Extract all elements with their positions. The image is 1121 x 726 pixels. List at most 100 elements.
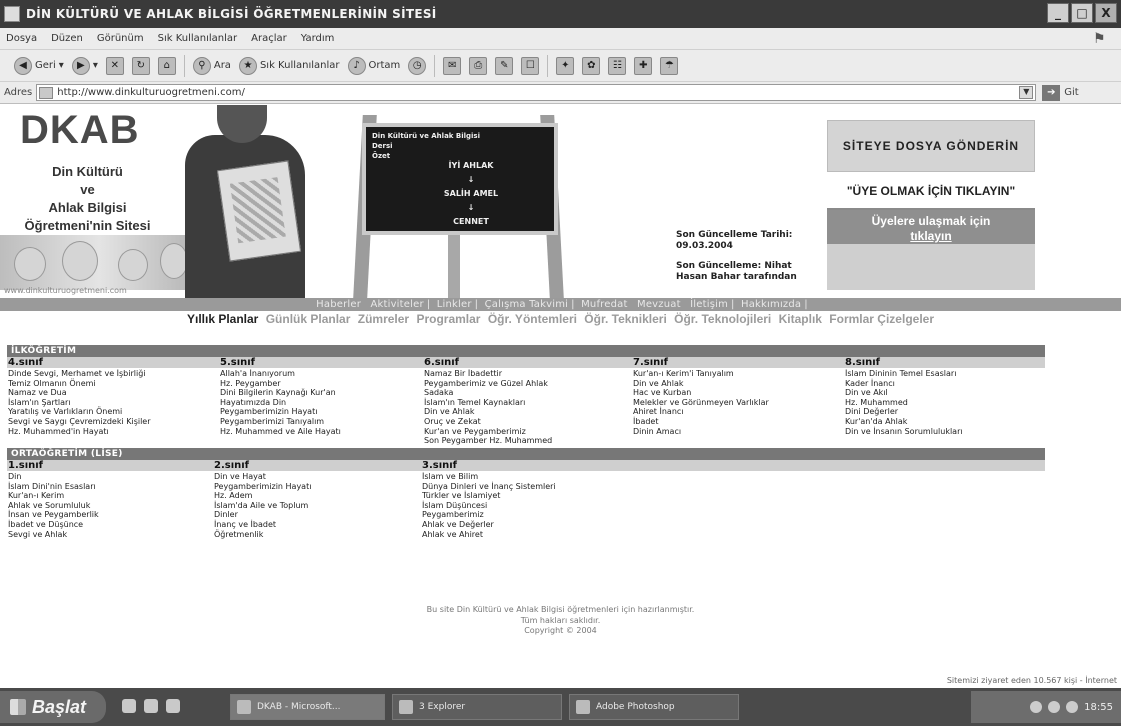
stop-icon[interactable]: ✕ (105, 56, 124, 75)
topic-link[interactable]: İslam'ın Temel Kaynakları (424, 398, 629, 408)
quick-launch-icon[interactable] (166, 699, 180, 713)
edit-icon[interactable]: ✎ (495, 56, 514, 75)
menu-tools[interactable]: Araçlar (251, 33, 287, 44)
nav-link-iletisim[interactable]: İletişim (687, 299, 731, 310)
tool-icon[interactable]: ☷ (608, 56, 627, 75)
topic-link[interactable]: İslam Dininin Temel Esasları (845, 369, 1045, 379)
topic-link[interactable]: Hac ve Kurban (633, 388, 838, 398)
volume-icon[interactable] (1066, 701, 1079, 713)
nav-link-haberler[interactable]: Haberler (313, 299, 364, 310)
contact-members-link[interactable]: tıklayın (827, 229, 1035, 244)
menu-favorites[interactable]: Sık Kullanılanlar (158, 33, 238, 44)
topic-link[interactable]: Sevgi ve Saygı Çevremizdeki Kişiler (8, 417, 208, 427)
nav-link-kitaplik[interactable]: Kitaplık (777, 312, 824, 326)
topic-link[interactable]: Hz. Adem (214, 491, 414, 501)
menu-view[interactable]: Görünüm (97, 33, 144, 44)
nav-link-hakkimizda[interactable]: Hakkımızda (738, 299, 804, 310)
nav-link-yillik[interactable]: Yıllık Planlar (185, 312, 260, 326)
back-button[interactable]: ◀ Geri ▾ (14, 56, 64, 75)
topic-link[interactable]: Kur'an-ı Kerim (8, 491, 208, 501)
topic-link[interactable]: Öğretmenlik (214, 530, 414, 540)
topic-link[interactable]: İbadet (633, 417, 838, 427)
topic-link[interactable]: İnanç ve İbadet (214, 520, 414, 530)
topic-link[interactable]: Hz. Muhammed ve Aile Hayatı (220, 427, 420, 437)
topic-link[interactable]: Allah'a İnanıyorum (220, 369, 420, 379)
menu-file[interactable]: Dosya (6, 33, 37, 44)
taskbar-button[interactable]: Adobe Photoshop (569, 694, 739, 720)
topic-link[interactable]: Kur'an ve Peygamberimiz (424, 427, 629, 437)
quick-launch-icon[interactable] (122, 699, 136, 713)
nav-link-teknolojiler[interactable]: Öğr. Teknolojileri (672, 312, 773, 326)
close-button[interactable]: X (1095, 3, 1117, 23)
topic-link[interactable]: Ahlak ve Ahiret (422, 530, 622, 540)
topic-link[interactable]: Dinler (214, 510, 414, 520)
topic-link[interactable]: Sadaka (424, 388, 629, 398)
history-icon[interactable]: ◷ (408, 56, 427, 75)
discuss-icon[interactable]: ☐ (521, 56, 540, 75)
topic-link[interactable]: Peygamberimiz (422, 510, 622, 520)
maximize-button[interactable]: □ (1071, 3, 1093, 23)
topic-link[interactable]: Ahiret İnancı (633, 407, 838, 417)
nav-link-formlar[interactable]: Formlar Çizelgeler (827, 312, 936, 326)
chevron-down-icon[interactable]: ▼ (1019, 86, 1034, 99)
nav-link-mevzuat[interactable]: Mevzuat (634, 299, 684, 310)
favorites-button[interactable]: ★ Sık Kullanılanlar (238, 56, 340, 75)
topic-link[interactable]: Temiz Olmanın Önemi (8, 379, 208, 389)
topic-link[interactable]: Ahlak ve Değerler (422, 520, 622, 530)
tray-icon[interactable] (1030, 701, 1043, 713)
go-arrow-icon[interactable]: ➔ (1042, 84, 1061, 101)
tray-icon[interactable] (1048, 701, 1061, 713)
send-file-button[interactable]: SİTEYE DOSYA GÖNDERİN (827, 120, 1035, 172)
topic-link[interactable]: Din ve Hayat (214, 472, 414, 482)
nav-link-gunluk[interactable]: Günlük Planlar (264, 312, 353, 326)
nav-link-linkler[interactable]: Linkler (434, 299, 475, 310)
topic-link[interactable]: Din ve Akıl (845, 388, 1045, 398)
topic-link[interactable]: Son Peygamber Hz. Muhammed (424, 436, 629, 446)
topic-link[interactable]: İslam'da Aile ve Toplum (214, 501, 414, 511)
nav-link-mufredat[interactable]: Mufredat (578, 299, 631, 310)
topic-link[interactable]: Din ve Ahlak (424, 407, 629, 417)
topic-link[interactable]: Hayatımızda Din (220, 398, 420, 408)
topic-link[interactable]: Din ve Ahlak (633, 379, 838, 389)
nav-link-aktiviteler[interactable]: Aktiviteler (367, 299, 426, 310)
taskbar-button[interactable]: DKAB - Microsoft... (230, 694, 385, 720)
topic-link[interactable]: Kader İnancı (845, 379, 1045, 389)
search-button[interactable]: ⚲ Ara (192, 56, 231, 75)
topic-link[interactable]: İslam Dini'nin Esasları (8, 482, 208, 492)
tool-icon[interactable]: ✿ (582, 56, 601, 75)
topic-link[interactable]: Namaz Bir İbadettir (424, 369, 629, 379)
media-button[interactable]: ♪ Ortam (347, 56, 400, 75)
topic-link[interactable]: İslam'ın Şartları (8, 398, 208, 408)
taskbar-button[interactable]: 3 Explorer (392, 694, 562, 720)
address-input[interactable]: http://www.dinkulturuogretmeni.com/ ▼ (36, 84, 1037, 101)
quick-launch-icon[interactable] (144, 699, 158, 713)
topic-link[interactable]: Hz. Peygamber (220, 379, 420, 389)
topic-link[interactable]: Peygamberimiz ve Güzel Ahlak (424, 379, 629, 389)
mail-icon[interactable]: ✉ (443, 56, 462, 75)
menu-help[interactable]: Yardım (301, 33, 335, 44)
topic-link[interactable]: Peygamberimizin Hayatı (214, 482, 414, 492)
nav-link-programlar[interactable]: Programlar (414, 312, 482, 326)
topic-link[interactable]: Yaratılış ve Varlıkların Önemi (8, 407, 208, 417)
topic-link[interactable]: İslam ve Bilim (422, 472, 622, 482)
start-button[interactable]: Başlat (0, 691, 106, 723)
topic-link[interactable]: Dinde Sevgi, Merhamet ve İşbirliği (8, 369, 208, 379)
topic-link[interactable]: Oruç ve Zekat (424, 417, 629, 427)
topic-link[interactable]: Dini Bilgilerin Kaynağı Kur'an (220, 388, 420, 398)
topic-link[interactable]: Melekler ve Görünmeyen Varlıklar (633, 398, 838, 408)
topic-link[interactable]: Din ve İnsanın Sorumlulukları (845, 427, 1045, 437)
minimize-button[interactable]: _ (1047, 3, 1069, 23)
topic-link[interactable]: Dinin Amacı (633, 427, 838, 437)
go-button[interactable]: Git (1064, 87, 1078, 98)
topic-link[interactable]: Peygamberimizin Hayatı (220, 407, 420, 417)
topic-link[interactable]: Peygamberimizi Tanıyalım (220, 417, 420, 427)
menu-edit[interactable]: Düzen (51, 33, 83, 44)
topic-link[interactable]: İslam Düşüncesi (422, 501, 622, 511)
topic-link[interactable]: Namaz ve Dua (8, 388, 208, 398)
nav-link-zumreler[interactable]: Zümreler (356, 312, 411, 326)
nav-link-yontemler[interactable]: Öğr. Yöntemleri (486, 312, 579, 326)
tool-icon[interactable]: ✦ (556, 56, 575, 75)
topic-link[interactable]: Kur'an'da Ahlak (845, 417, 1045, 427)
tool-icon[interactable]: ☂ (660, 56, 679, 75)
topic-link[interactable]: Kur'an-ı Kerim'i Tanıyalım (633, 369, 838, 379)
